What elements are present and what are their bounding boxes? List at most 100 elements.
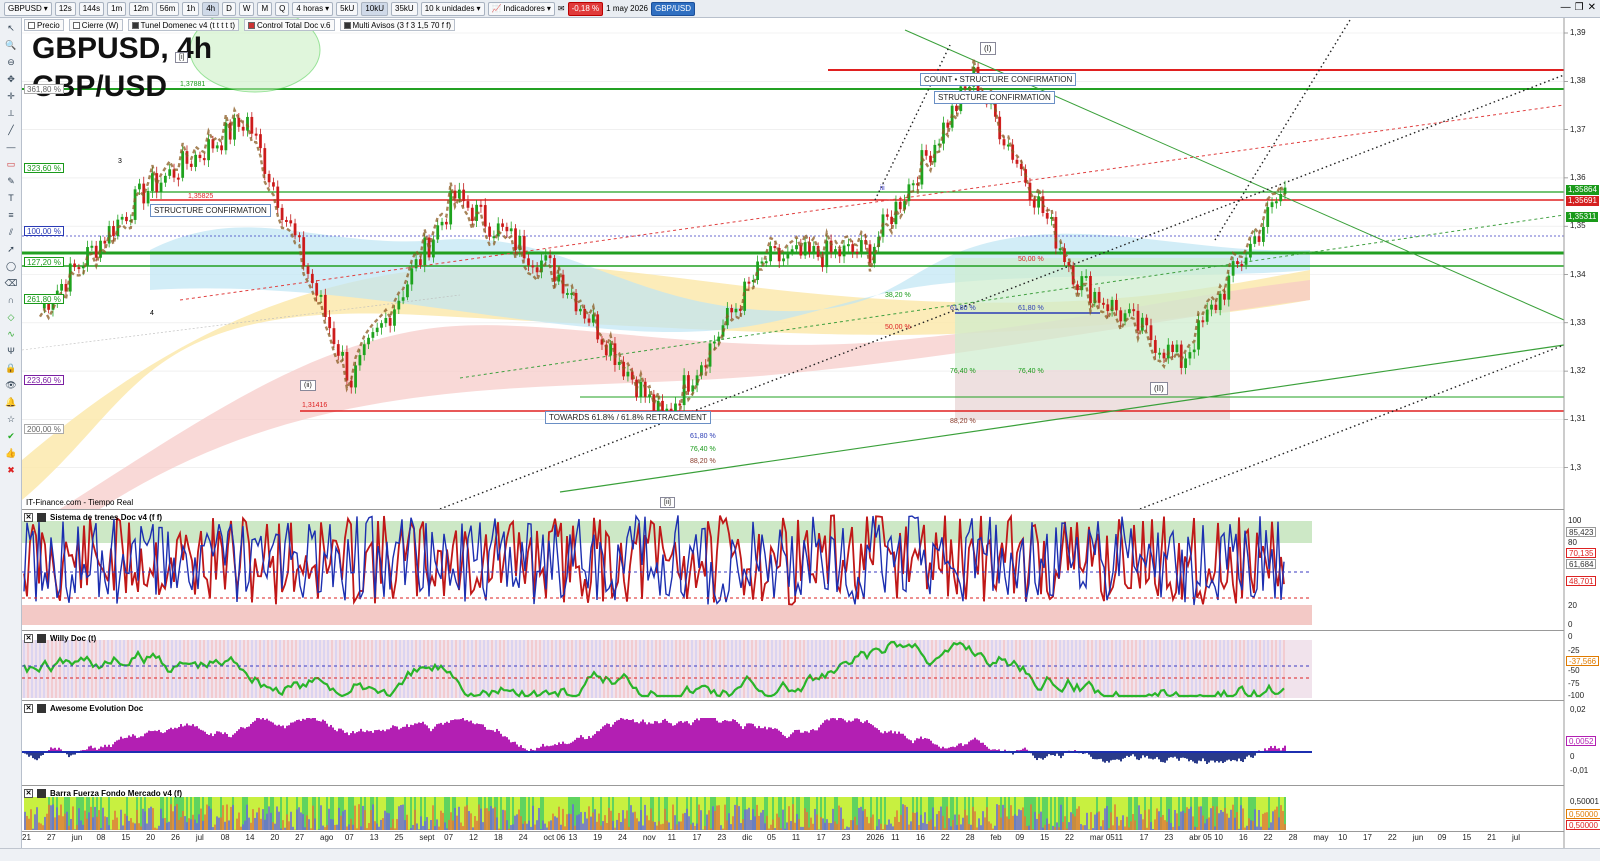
indicators-button[interactable]: 📈 Indicadores ▾ [487, 1, 555, 16]
eraser-icon[interactable]: ⌫ [4, 276, 18, 290]
units-select[interactable]: 10 k unidades ▾ [420, 1, 485, 16]
delete-icon[interactable]: ✖ [4, 463, 18, 477]
star-icon[interactable]: ☆ [4, 412, 18, 426]
indicators-icon: 📈 [491, 3, 502, 13]
force-bar-fill [816, 814, 818, 830]
text-icon[interactable]: T [4, 191, 18, 205]
awesome-bar [756, 728, 758, 752]
interval-m[interactable]: M [257, 1, 273, 16]
awesome-bar [628, 719, 630, 752]
annotation-structure-confirmation-2[interactable]: STRUCTURE CONFIRMATION [934, 91, 1055, 104]
close-icon[interactable]: ✕ [1588, 2, 1596, 13]
legend-precio[interactable]: Precio [24, 19, 64, 31]
annotation-structure-confirmation[interactable]: STRUCTURE CONFIRMATION [150, 204, 271, 217]
period-select[interactable]: 4 horas ▾ [292, 1, 334, 16]
panel-title-trenes[interactable]: ✕ Sistema de trenes Doc v4 (f f) [24, 511, 162, 523]
interval-1m[interactable]: 1m [107, 1, 127, 16]
alert-bell-icon[interactable]: 🔔 [4, 395, 18, 409]
shape-icon[interactable]: ◇ [4, 310, 18, 324]
close-panel-icon[interactable]: ✕ [24, 633, 33, 643]
force-bar-fill [1172, 826, 1174, 830]
channel-icon[interactable]: ⫽ [4, 225, 18, 239]
force-bar-fill [1264, 812, 1266, 830]
annotation-towards[interactable]: TOWARDS 61.8% / 61.8% RETRACEMENT [545, 411, 711, 424]
awesome-bar [130, 736, 132, 752]
force-bar-fill [530, 826, 532, 830]
force-bar-fill [922, 822, 924, 830]
interval-4h[interactable]: 4h [202, 1, 220, 16]
restore-icon[interactable]: ❐ [1575, 2, 1584, 13]
cursor-icon[interactable]: ↖ [4, 21, 18, 35]
awesome-bar [758, 725, 760, 752]
force-bar-fill [684, 812, 686, 830]
magnet-icon[interactable]: ∩ [4, 293, 18, 307]
panel-axis-label: 80 [1568, 538, 1577, 547]
panel-title-awesome[interactable]: ✕ Awesome Evolution Doc [24, 702, 143, 714]
time-axis[interactable]: 21 27 jun 08 15 20 26 jul 08 14 20 27 ago 07 13 25 sept 0… [22, 833, 1564, 847]
horizontal-line-icon[interactable]: — [4, 140, 18, 154]
panel-title-barra[interactable]: ✕ Barra Fuerza Fondo Mercado v4 (f) [24, 787, 182, 799]
alert-icon[interactable]: ✉ [558, 4, 565, 13]
awesome-bar [320, 721, 322, 752]
interval-144s[interactable]: 144s [78, 1, 105, 16]
minimize-icon[interactable]: — [1561, 2, 1571, 13]
force-bar-fill [1108, 828, 1110, 830]
ruler-icon[interactable]: ⟂ [4, 106, 18, 120]
chart-canvas[interactable] [0, 0, 1600, 861]
pan-icon[interactable]: ✥ [4, 72, 18, 86]
interval-12s[interactable]: 12s [54, 1, 76, 16]
force-bar-fill [614, 827, 616, 830]
unit-5ku[interactable]: 5kU [336, 1, 359, 16]
close-panel-icon[interactable]: ✕ [24, 512, 33, 522]
interval-d[interactable]: D [222, 1, 236, 16]
unit-10ku[interactable]: 10kU [361, 1, 389, 16]
force-bar-fill [680, 821, 682, 830]
panel-title-willy[interactable]: ✕ Willy Doc (t) [24, 632, 96, 644]
unit-35ku[interactable]: 35kU [391, 1, 418, 16]
force-bar-fill [130, 818, 132, 830]
zoom-icon[interactable]: 🔍 [4, 38, 18, 52]
pencil-icon[interactable]: ✎ [4, 174, 18, 188]
lock-icon[interactable]: 🔒 [4, 361, 18, 375]
eye-icon[interactable]: 👁 [4, 378, 18, 392]
pitchfork-icon[interactable]: Ψ [4, 344, 18, 358]
force-bar-fill [376, 823, 378, 830]
thumb-up-icon[interactable]: 👍 [4, 446, 18, 460]
awesome-bar [810, 729, 812, 752]
interval-q[interactable]: Q [275, 1, 290, 16]
interval-w[interactable]: W [238, 1, 255, 16]
awesome-bar [404, 726, 406, 752]
wave-icon[interactable]: ∿ [4, 327, 18, 341]
trendline-icon[interactable]: ╱ [4, 123, 18, 137]
zoom-out-icon[interactable]: ⊖ [4, 55, 18, 69]
awesome-bar [774, 728, 776, 752]
force-bar [498, 797, 500, 830]
legend-tunel[interactable]: Tunel Domenec v4 (t t t t t) [127, 19, 239, 31]
awesome-bar [324, 720, 326, 752]
force-bar-fill [26, 815, 28, 830]
ellipse-icon[interactable]: ◯ [4, 259, 18, 273]
interval-1h[interactable]: 1h [182, 1, 200, 16]
interval-12m[interactable]: 12m [129, 1, 153, 16]
symbol-select[interactable]: GBPUSD ▾ [4, 1, 52, 16]
awesome-bar [338, 728, 340, 752]
interval-56m[interactable]: 56m [155, 1, 180, 16]
awesome-bar [444, 722, 446, 752]
force-bar-fill [330, 819, 332, 830]
legend-multi-avisos[interactable]: Multi Avisos (3 f 3 1,5 70 f f) [339, 19, 456, 31]
legend-cierre[interactable]: Cierre (W) [68, 19, 123, 31]
close-panel-icon[interactable]: ✕ [24, 788, 33, 798]
close-panel-icon[interactable]: ✕ [24, 703, 33, 713]
fibonacci-icon[interactable]: ≡ [4, 208, 18, 222]
awesome-bar [558, 742, 560, 752]
force-bar-fill [884, 824, 886, 830]
rectangle-icon[interactable]: ▭ [4, 157, 18, 171]
legend-control-total[interactable]: Control Total Doc v.6 [243, 19, 335, 31]
force-bar-fill [380, 819, 382, 830]
awesome-bar [1216, 752, 1218, 762]
annotation-count-structure[interactable]: COUNT • STRUCTURE CONFIRMATION [920, 73, 1077, 86]
arrow-icon[interactable]: ➚ [4, 242, 18, 256]
check-icon[interactable]: ✔ [4, 429, 18, 443]
force-bar-fill [1034, 811, 1036, 830]
crosshair-icon[interactable]: ✛ [4, 89, 18, 103]
